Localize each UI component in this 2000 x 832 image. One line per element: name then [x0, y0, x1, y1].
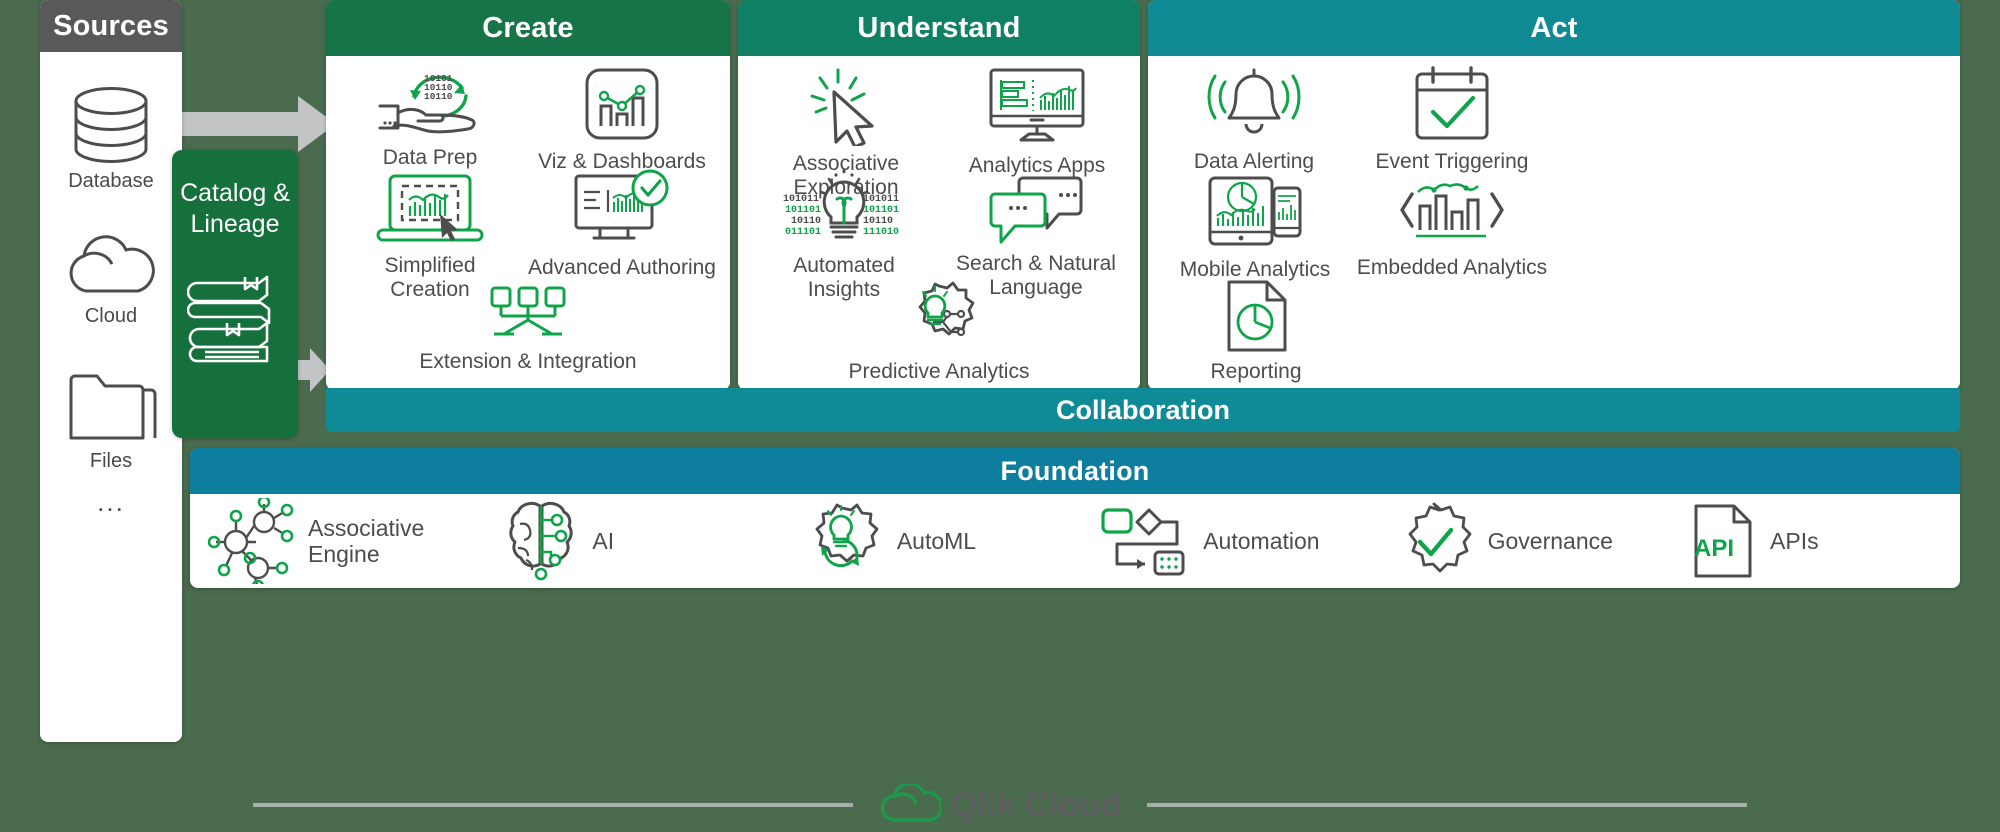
gear-bulb-network-icon — [918, 281, 975, 337]
cloud-outline-icon — [880, 784, 941, 822]
create-item-simplified-creation[interactable]: Simplified Creation — [332, 172, 528, 301]
monitor-analytics-icon — [989, 68, 1085, 142]
understand-title: Understand — [738, 0, 1140, 56]
report-pie-document-icon — [1227, 280, 1287, 352]
foundation-label: AutoML — [896, 527, 977, 554]
gear-bulb-refresh-icon — [815, 503, 879, 568]
tile-label: Data Alerting — [1193, 150, 1315, 173]
source-more-ellipsis: ... — [40, 487, 182, 518]
calendar-check-icon — [1415, 66, 1489, 140]
foundation-item-associative-engine[interactable]: Associative Engine — [208, 498, 504, 584]
act-item-event-triggering[interactable]: Event Triggering — [1346, 64, 1558, 174]
create-item-extension-integration[interactable]: Extension & Integration — [342, 284, 714, 374]
act-item-data-alerting[interactable]: Data Alerting — [1150, 64, 1358, 174]
tile-label: Event Triggering — [1375, 150, 1529, 173]
database-icon — [74, 87, 148, 163]
understand-panel: Understand Associative Exploration Analy… — [738, 0, 1140, 390]
divider-right — [1147, 803, 1747, 807]
tablet-phone-charts-icon — [1208, 176, 1302, 246]
laptop-chart-cursor-icon — [376, 174, 484, 242]
brand-label: Qlik Cloud — [951, 785, 1121, 824]
source-item-cloud[interactable]: Cloud — [40, 233, 182, 328]
sources-panel: Sources Database Cloud Files ... — [40, 0, 182, 742]
diagram-canvas: Sources Database Cloud Files ... Catalog… — [0, 0, 2000, 832]
understand-item-predictive-analytics[interactable]: Predictive Analytics — [832, 278, 1046, 384]
flow-shapes-icon — [1101, 508, 1185, 576]
foundation-panel: Foundation Associative Engine AI AutoML … — [190, 448, 1960, 588]
act-item-reporting[interactable]: Reporting — [1158, 278, 1354, 384]
tile-label: Advanced Authoring — [528, 256, 716, 279]
qlik-cloud-logo: Qlik Cloud — [879, 784, 1121, 826]
footer-brand-row: Qlik Cloud — [0, 778, 2000, 832]
foundation-item-automation[interactable]: Automation — [1097, 506, 1393, 576]
tile-label: Embedded Analytics — [1356, 256, 1548, 279]
divider-left — [253, 803, 853, 807]
click-cursor-sparkle-icon — [810, 68, 874, 146]
tile-label: Extension & Integration — [419, 350, 637, 373]
folder-icon — [69, 374, 157, 440]
foundation-item-apis[interactable]: API APIs — [1690, 502, 1942, 580]
badge-check-icon — [1408, 502, 1472, 573]
svg-text:101101: 101101 — [863, 205, 899, 216]
chat-bubbles-icon — [989, 176, 1083, 244]
foundation-items-row: Associative Engine AI AutoML Automation … — [190, 494, 1960, 588]
svg-text:111010: 111010 — [863, 227, 899, 238]
act-item-mobile-analytics[interactable]: Mobile Analytics — [1148, 172, 1362, 282]
foundation-label: Associative Engine — [308, 514, 425, 567]
lightbulb-binary-icon: 101011 101101 10110 011101 101011 101101… — [783, 169, 899, 239]
create-item-viz-dashboards[interactable]: Viz & Dashboards — [518, 64, 726, 174]
collaboration-title: Collaboration — [1056, 394, 1230, 425]
data-prep-hand-icon: 10101 10110 10110 — [378, 73, 476, 134]
foundation-label: APIs — [1770, 527, 1819, 554]
foundation-label: Governance — [1487, 527, 1613, 554]
act-title: Act — [1148, 0, 1960, 56]
svg-text:10110: 10110 — [424, 91, 453, 102]
svg-text:101101: 101101 — [785, 205, 821, 216]
tile-label: Predictive Analytics — [848, 360, 1030, 383]
foundation-item-governance[interactable]: Governance — [1394, 501, 1690, 581]
sources-title: Sources — [40, 0, 182, 52]
cloud-icon — [69, 235, 155, 293]
create-title: Create — [326, 0, 730, 56]
source-item-files[interactable]: Files — [40, 368, 182, 473]
catalog-lineage-panel[interactable]: Catalog & Lineage — [172, 150, 298, 438]
ellipsis-label: ... — [97, 487, 125, 517]
bar-line-chart-icon — [585, 68, 659, 140]
source-label: Files — [89, 450, 133, 472]
foundation-label: AI — [592, 527, 615, 554]
svg-text:011101: 011101 — [785, 227, 821, 238]
foundation-item-automl[interactable]: AutoML — [801, 500, 1097, 582]
svg-text:101011: 101011 — [783, 194, 819, 205]
arrow-catalog-to-create — [294, 348, 330, 392]
tile-label: Reporting — [1210, 360, 1302, 383]
brain-circuit-icon — [509, 501, 574, 581]
nodes-extension-icon — [490, 286, 566, 336]
svg-text:API: API — [1694, 535, 1734, 562]
create-panel: Create 10101 10110 10110 Data Prep Viz &… — [326, 0, 730, 390]
svg-text:101011: 101011 — [863, 194, 899, 205]
foundation-label: Automation — [1203, 527, 1320, 554]
api-document-icon: API — [1694, 504, 1752, 578]
understand-item-analytics-apps[interactable]: Analytics Apps — [938, 64, 1136, 178]
svg-text:10110: 10110 — [791, 216, 821, 227]
svg-text:10110: 10110 — [863, 216, 893, 227]
collaboration-bar[interactable]: Collaboration — [326, 388, 1960, 432]
create-item-advanced-authoring[interactable]: Advanced Authoring — [516, 168, 728, 280]
foundation-item-ai[interactable]: AI — [504, 498, 800, 584]
catalog-title: Catalog & Lineage — [180, 179, 290, 238]
source-label: Database — [68, 170, 154, 192]
create-item-data-prep[interactable]: 10101 10110 10110 Data Prep — [332, 66, 528, 170]
act-item-embedded-analytics[interactable]: Embedded Analytics — [1344, 172, 1560, 280]
foundation-title: Foundation — [190, 448, 1960, 494]
books-stack-icon — [187, 275, 271, 363]
embed-brackets-chart-icon — [1400, 183, 1504, 238]
source-label: Cloud — [84, 305, 138, 327]
network-nodes-icon — [208, 498, 294, 584]
monitor-check-icon — [574, 169, 669, 240]
bell-alert-icon — [1207, 68, 1301, 134]
tile-label: Data Prep — [382, 146, 478, 169]
source-item-database[interactable]: Database — [40, 86, 182, 193]
act-panel: Act Data Alerting Event Triggering Mobil… — [1148, 0, 1960, 390]
